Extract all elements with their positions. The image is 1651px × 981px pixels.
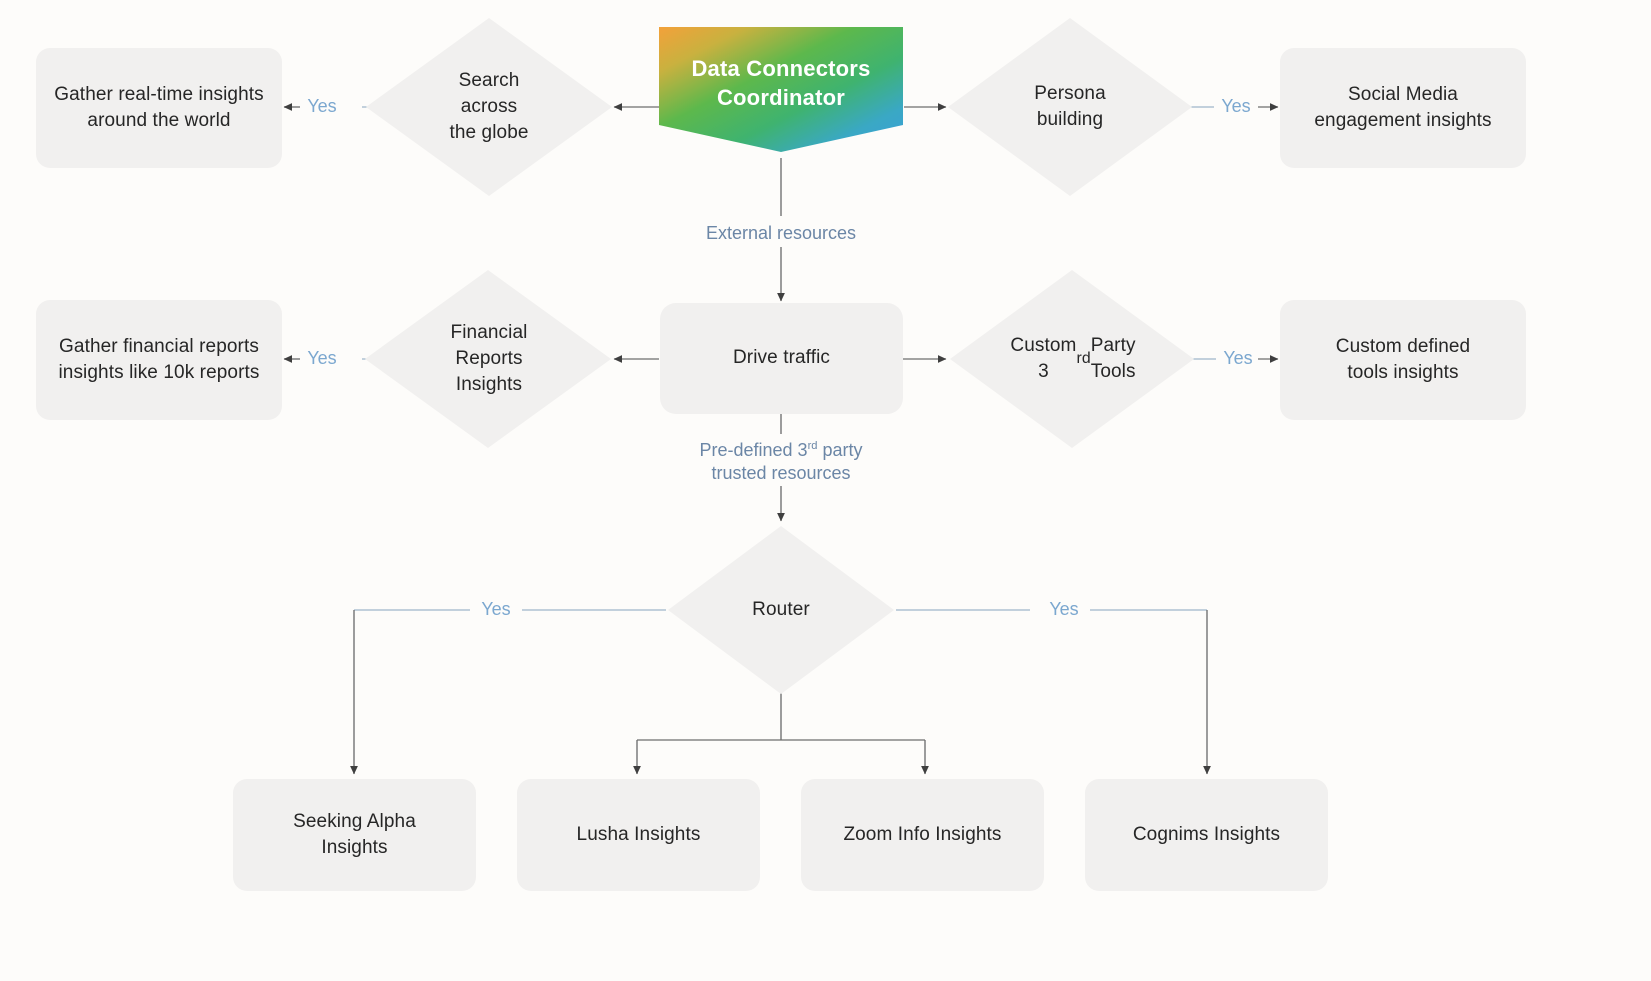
flowchart-canvas: Data Connectors Coordinator Search acros… (0, 0, 1651, 981)
node-persona-building[interactable] (948, 18, 1192, 196)
node-gather-financial-reports[interactable] (36, 300, 282, 420)
node-custom-third-party-tools[interactable] (950, 270, 1194, 448)
node-lusha[interactable] (517, 779, 760, 891)
node-coordinator[interactable] (659, 27, 903, 152)
node-social-media-insights[interactable] (1280, 48, 1526, 168)
node-custom-defined-tools[interactable] (1280, 300, 1526, 420)
node-drive-traffic[interactable] (660, 303, 903, 414)
node-cognims[interactable] (1085, 779, 1328, 891)
node-router[interactable] (668, 526, 894, 694)
node-zoom-info[interactable] (801, 779, 1044, 891)
node-realtime-insights[interactable] (36, 48, 282, 168)
node-seeking-alpha[interactable] (233, 779, 476, 891)
node-financial-reports-insights[interactable] (365, 270, 611, 448)
node-search-globe[interactable] (366, 18, 612, 196)
